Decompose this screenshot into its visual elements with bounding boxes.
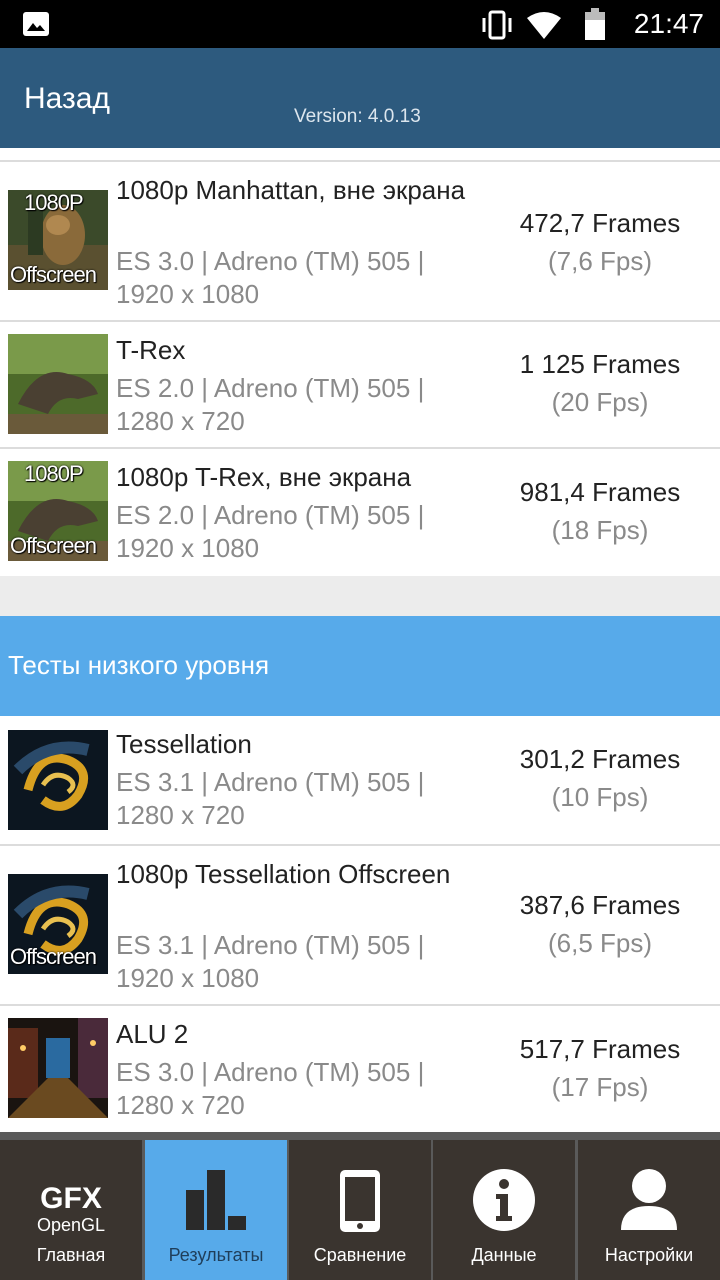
vibrate-icon [482, 10, 512, 40]
result-title: T-Rex [116, 335, 186, 365]
result-score: 517,7 Frames [519, 1034, 681, 1064]
result-row-trex[interactable]: T-Rex ES 2.0 | Adreno (TM) 505 | 1280 x … [0, 320, 720, 447]
result-subtitle: ES 3.1 | Adreno (TM) 505 | 1280 x 720 [116, 767, 425, 830]
section-separator [0, 576, 720, 616]
result-title: 1080p Tessellation Offscreen [116, 859, 451, 889]
wifi-icon [527, 12, 561, 39]
nav-home[interactable]: GFX OpenGL Главная [0, 1140, 142, 1280]
gfx-logo-subtext: OpenGL [36, 1215, 106, 1235]
clock: 21:47 [633, 8, 704, 39]
status-bar: 21:47 [0, 0, 720, 48]
manhattan-thumbnail: 1080P Offscreen [8, 190, 108, 290]
alu2-thumbnail [8, 1018, 108, 1118]
result-title: 1080p T-Rex, вне экрана [116, 462, 412, 492]
thumb-tag-1080p: 1080P [24, 461, 84, 486]
tessellation-thumbnail [8, 730, 108, 830]
nav-info-label: Данные [471, 1245, 537, 1265]
result-subtitle: ES 3.0 | Adreno (TM) 505 | 1280 x 720 [116, 1057, 425, 1120]
version-label: Version: 4.0.13 [294, 106, 421, 127]
thumb-tag-1080p: 1080P [24, 190, 84, 215]
result-title: 1080p Manhattan, вне экрана [116, 175, 466, 205]
result-score: 387,6 Frames [519, 890, 681, 920]
nav-results[interactable]: Результаты [145, 1140, 287, 1280]
nav-results-label: Результаты [168, 1245, 264, 1265]
results-list[interactable]: 1080P Offscreen 1080p Manhattan, вне экр… [0, 148, 720, 1138]
result-subtitle: ES 3.0 | Adreno (TM) 505 | 1920 x 1080 [116, 246, 425, 309]
result-row-tessellation[interactable]: Tessellation ES 3.1 | Adreno (TM) 505 | … [0, 716, 720, 842]
tessellation-offscreen-thumbnail: Offscreen [8, 874, 108, 974]
bar-chart-icon [145, 1168, 287, 1237]
result-row-trex-offscreen[interactable]: 1080P Offscreen 1080p T-Rex, вне экрана … [0, 447, 720, 578]
result-fps: (17 Fps) [551, 1072, 649, 1102]
section-title: Тесты низкого уровня [8, 650, 270, 680]
gfx-logo-text: GFX [40, 1182, 102, 1215]
trex-thumbnail [8, 334, 108, 434]
user-icon [578, 1168, 720, 1237]
result-subtitle: ES 2.0 | Adreno (TM) 505 | 1920 x 1080 [116, 500, 425, 563]
nav-info[interactable]: Данные [433, 1140, 575, 1280]
result-subtitle: ES 2.0 | Adreno (TM) 505 | 1280 x 720 [116, 373, 425, 436]
gfx-logo-icon: GFX OpenGL [0, 1184, 142, 1236]
nav-home-label: Главная [36, 1245, 106, 1265]
back-button[interactable]: Назад [24, 82, 110, 116]
result-title: ALU 2 [116, 1019, 189, 1049]
result-subtitle: ES 3.1 | Adreno (TM) 505 | 1920 x 1080 [116, 930, 425, 993]
bottom-navigation: GFX OpenGL Главная Результаты Сравнение [0, 1132, 720, 1280]
app-bar: Назад Version: 4.0.13 [0, 48, 720, 148]
thumb-caption-offscreen: Offscreen [10, 533, 97, 558]
trex-offscreen-thumbnail: 1080P Offscreen [8, 461, 108, 561]
result-score: 301,2 Frames [519, 744, 681, 774]
nav-settings[interactable]: Настройки [578, 1140, 720, 1280]
result-score: 1 125 Frames [519, 349, 681, 379]
result-fps: (10 Fps) [551, 782, 649, 812]
result-row-tessellation-offscreen[interactable]: Offscreen 1080p Tessellation Offscreen E… [0, 844, 720, 1004]
result-score: 981,4 Frames [519, 477, 681, 507]
thumb-caption-offscreen: Offscreen [10, 262, 97, 287]
phone-icon [289, 1168, 431, 1239]
gallery-notification-icon [23, 12, 49, 36]
info-icon [433, 1168, 575, 1237]
thumb-caption-offscreen: Offscreen [10, 944, 97, 969]
result-fps: (6,5 Fps) [547, 928, 653, 958]
result-fps: (7,6 Fps) [547, 246, 653, 276]
result-row-manhattan-offscreen[interactable]: 1080P Offscreen 1080p Manhattan, вне экр… [0, 160, 720, 320]
result-title: Tessellation [116, 729, 252, 759]
nav-compare[interactable]: Сравнение [289, 1140, 431, 1280]
result-score: 472,7 Frames [519, 208, 681, 238]
nav-settings-label: Настройки [604, 1245, 694, 1265]
section-header-low-level: Тесты низкого уровня [0, 616, 720, 716]
result-fps: (20 Fps) [551, 387, 649, 417]
nav-compare-label: Сравнение [313, 1245, 407, 1265]
result-fps: (18 Fps) [551, 515, 649, 545]
result-row-alu2[interactable]: ALU 2 ES 3.0 | Adreno (TM) 505 | 1280 x … [0, 1004, 720, 1136]
battery-icon [585, 8, 605, 40]
